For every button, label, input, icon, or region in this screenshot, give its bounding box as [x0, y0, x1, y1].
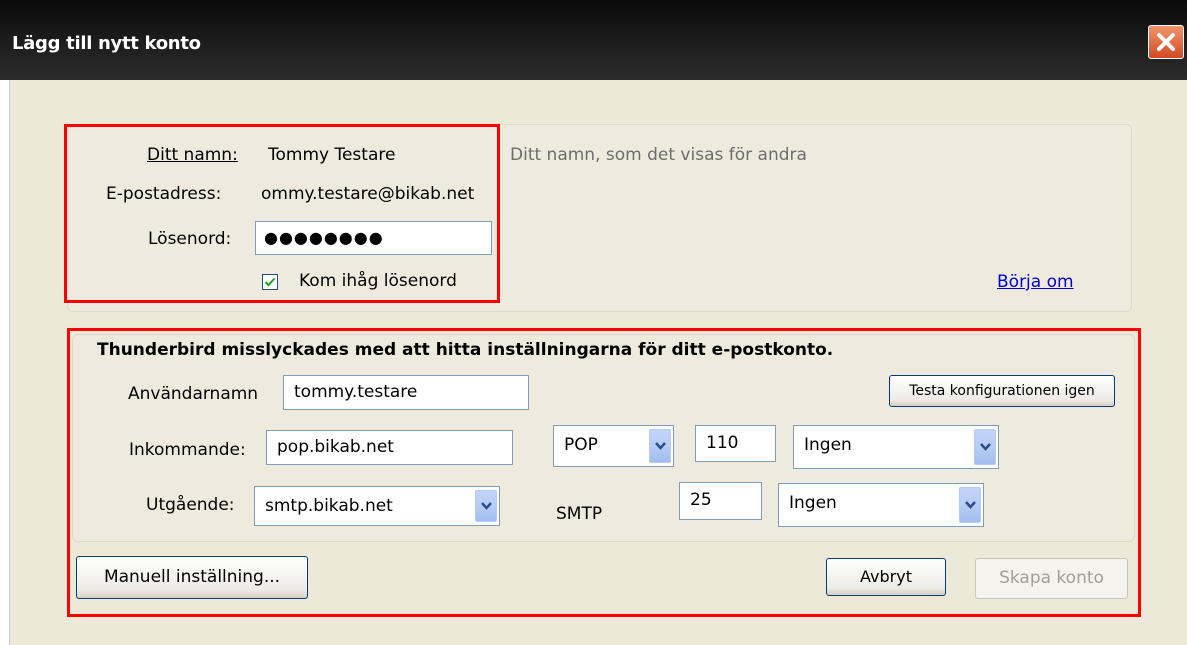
restart-link[interactable]: Börja om	[997, 272, 1074, 292]
name-hint: Ditt namn, som det visas för andra	[510, 145, 807, 165]
highlight-account-box	[64, 124, 500, 303]
highlight-config-box	[67, 328, 1141, 617]
window-title: Lägg till nytt konto	[12, 33, 201, 54]
title-bar: Lägg till nytt konto	[0, 0, 1187, 80]
close-button[interactable]	[1148, 25, 1184, 59]
window-frame	[0, 80, 10, 645]
close-icon	[1157, 33, 1175, 51]
